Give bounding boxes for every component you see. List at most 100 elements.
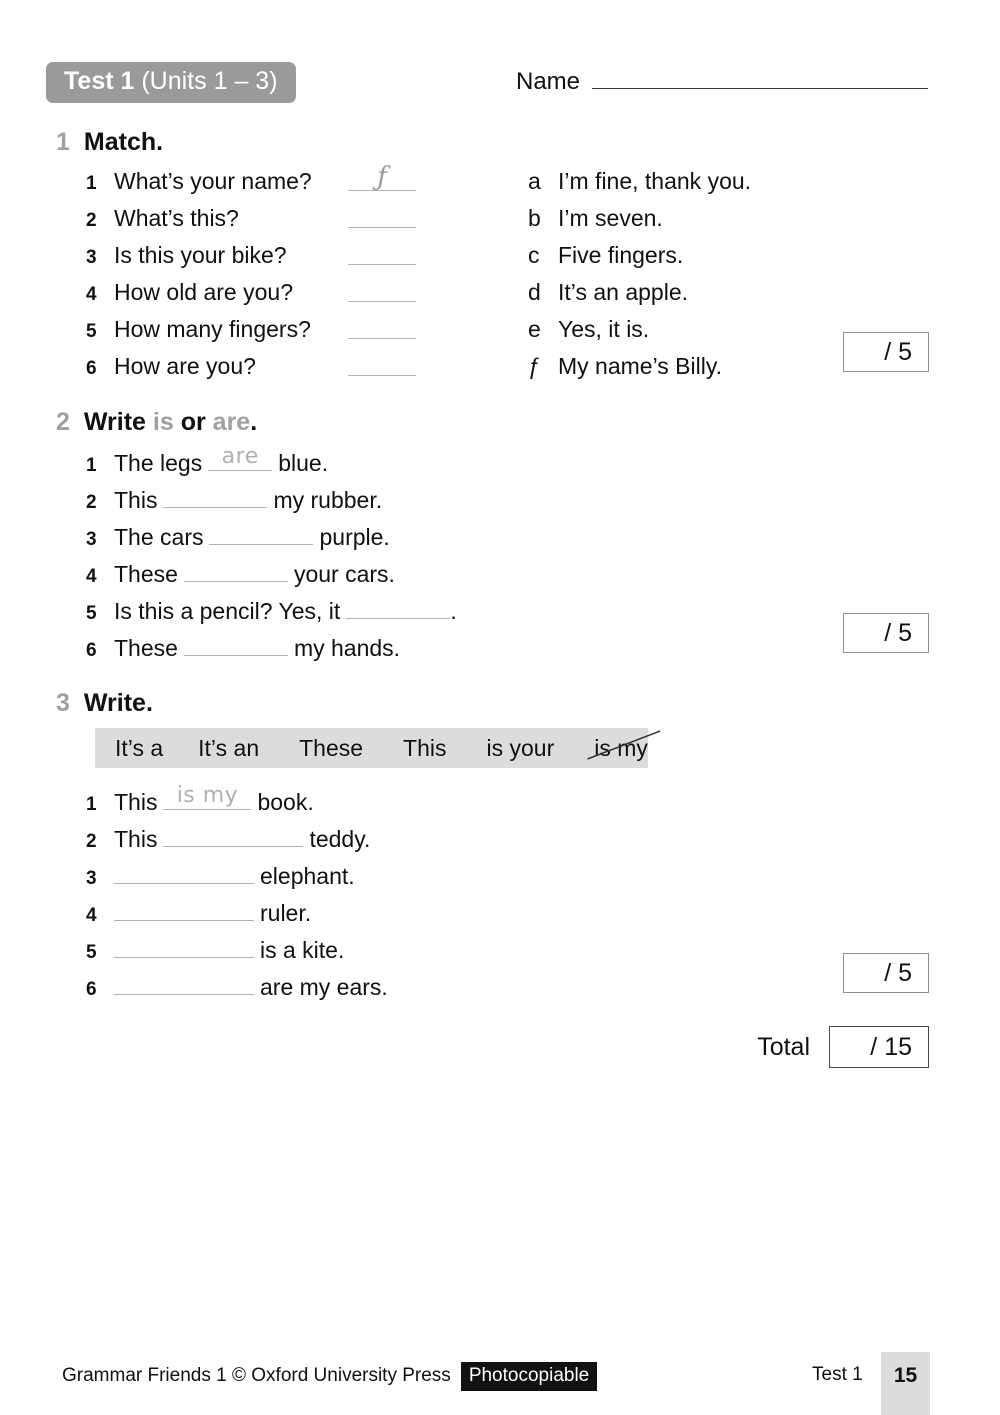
match-blank-2[interactable]	[348, 227, 416, 228]
word-bank-option[interactable]: These	[299, 735, 363, 762]
match-blank-3[interactable]	[348, 264, 416, 265]
answer-blank[interactable]	[209, 522, 314, 545]
answer-blank[interactable]	[346, 596, 451, 619]
option-item: c Five fingers.	[528, 242, 683, 269]
word-bank-option[interactable]: This	[403, 735, 446, 762]
match-blank-4[interactable]	[348, 301, 416, 302]
option-item: b I’m seven.	[528, 205, 663, 232]
list-item: 5 is a kite.	[86, 935, 344, 964]
exercise-2-title-is: is	[152, 408, 174, 436]
item-text-after: teddy.	[309, 826, 371, 852]
total-label: Total	[757, 1033, 810, 1061]
item-number: 2	[86, 831, 97, 852]
item-text: How old are you?	[114, 279, 293, 305]
option-text: I’m seven.	[558, 205, 663, 231]
item-text: How many fingers?	[114, 316, 311, 342]
item-number: 6	[86, 640, 97, 661]
item-text-after: book.	[257, 789, 314, 815]
list-item: 3 The cars purple.	[86, 522, 390, 551]
item-text-after: purple.	[319, 524, 390, 550]
exercise-3-number: 3	[56, 689, 70, 717]
option-letter: a	[528, 168, 541, 194]
list-item: 1 This is my book.	[86, 783, 314, 816]
item-text-before: These	[114, 561, 178, 587]
item-number: 3	[86, 529, 97, 550]
answer-blank[interactable]	[183, 559, 288, 582]
name-label: Name	[516, 68, 581, 95]
word-bank-option[interactable]: It’s a	[115, 735, 163, 762]
item-text-after: are my ears.	[260, 974, 388, 1000]
answer-blank[interactable]: are	[208, 444, 273, 471]
list-item: 2 What’s this?	[86, 205, 239, 232]
footer-credit: Grammar Friends 1 © Oxford University Pr…	[62, 1365, 451, 1387]
exercise-2-title-are: are	[212, 408, 251, 436]
option-text: Five fingers.	[558, 242, 684, 268]
list-item: 6 These my hands.	[86, 633, 400, 662]
exercise-1-title: Match.	[83, 128, 164, 156]
item-number: 4	[86, 566, 97, 587]
word-bank-option[interactable]: It’s an	[198, 735, 259, 762]
word-bank: It’s a It’s an These This is your is my	[95, 728, 661, 768]
exercise-3-title: Write.	[83, 689, 153, 717]
name-input-line[interactable]	[592, 70, 928, 89]
answer-blank[interactable]	[114, 898, 254, 921]
match-blank-5[interactable]	[348, 338, 416, 339]
item-number: 1	[86, 455, 97, 476]
answer-blank[interactable]	[114, 861, 254, 884]
exercise-2-title-period: .	[250, 408, 258, 436]
strikethrough-icon	[587, 729, 661, 760]
item-number: 3	[86, 868, 97, 889]
item-text-after: my rubber.	[273, 487, 383, 513]
list-item: 1 What’s your name?	[86, 168, 312, 195]
exercise-2-title-write: Write	[83, 408, 153, 436]
score-box-exercise-1[interactable]: / 5	[843, 332, 929, 372]
item-number: 4	[86, 905, 97, 926]
item-number: 2	[86, 210, 97, 231]
list-item: 1 The legs are blue.	[86, 444, 328, 477]
score-box-exercise-3[interactable]: / 5	[843, 953, 929, 993]
answer-blank[interactable]	[114, 972, 254, 995]
item-number: 1	[86, 173, 97, 194]
item-text-after: your cars.	[293, 561, 395, 587]
item-text-before: This	[114, 487, 158, 513]
page-number-block: 15	[881, 1352, 930, 1415]
item-number: 1	[86, 794, 97, 815]
option-text: My name’s Billy.	[558, 353, 723, 379]
option-letter: e	[528, 316, 541, 342]
answer-blank[interactable]	[183, 633, 288, 656]
name-field-group[interactable]: Name	[516, 68, 928, 96]
item-number: 5	[86, 321, 97, 342]
word-bank-option[interactable]: is your	[487, 735, 555, 762]
exercise-3-heading: 3 Write.	[56, 689, 153, 718]
list-item: 2 This my rubber.	[86, 485, 382, 514]
option-text: Yes, it is.	[558, 316, 650, 342]
answer-blank[interactable]: is my	[163, 783, 252, 810]
list-item: 4 These your cars.	[86, 559, 395, 588]
item-text-after: my hands.	[293, 635, 401, 661]
item-number: 5	[86, 603, 97, 624]
list-item: 4 How old are you?	[86, 279, 293, 306]
list-item: 5 Is this a pencil? Yes, it .	[86, 596, 457, 625]
answer-blank[interactable]	[163, 824, 304, 847]
total-score-box[interactable]: / 15	[829, 1026, 929, 1068]
option-item: a I’m fine, thank you.	[528, 168, 751, 195]
photocopiable-badge: Photocopiable	[460, 1362, 598, 1391]
page-footer: Grammar Friends 1 © Oxford University Pr…	[0, 1352, 1000, 1415]
item-text: Is this your bike?	[114, 242, 287, 268]
score-box-exercise-2[interactable]: / 5	[843, 613, 929, 653]
item-number: 4	[86, 284, 97, 305]
test-title-bold: Test 1	[64, 67, 135, 95]
answer-blank[interactable]	[163, 485, 268, 508]
item-number: 6	[86, 979, 97, 1000]
option-letter: d	[528, 279, 541, 305]
footer-credit-group: Grammar Friends 1 © Oxford University Pr…	[62, 1362, 598, 1391]
list-item: 6 are my ears.	[86, 972, 388, 1001]
option-letter: ƒ	[528, 353, 541, 379]
answer-fill: are	[221, 444, 259, 469]
word-bank-option-used[interactable]: is my	[587, 729, 661, 762]
item-text: What’s your name?	[114, 168, 312, 194]
match-blank-6[interactable]	[348, 375, 416, 376]
item-text-before: This	[114, 826, 158, 852]
answer-blank[interactable]	[114, 935, 254, 958]
list-item: 3 elephant.	[86, 861, 355, 890]
